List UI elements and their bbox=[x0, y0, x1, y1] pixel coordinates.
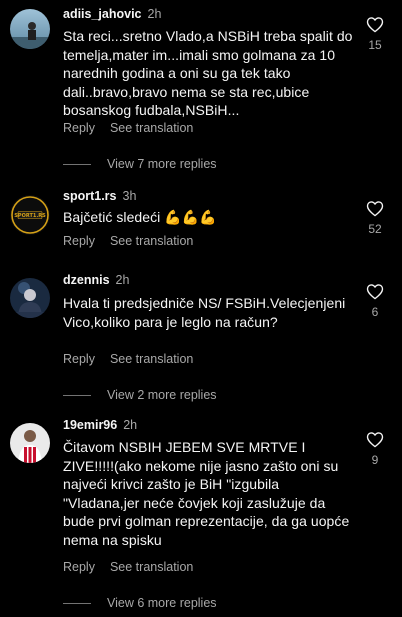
view-more-replies-label: View 6 more replies bbox=[107, 596, 217, 610]
avatar[interactable] bbox=[10, 278, 50, 318]
like-count: 15 bbox=[368, 38, 382, 52]
see-translation-button[interactable]: See translation bbox=[110, 234, 193, 248]
view-more-replies[interactable]: View 6 more replies bbox=[63, 596, 217, 610]
like-count: 9 bbox=[371, 453, 379, 467]
like-count: 6 bbox=[371, 305, 379, 319]
username[interactable]: sport1.rs bbox=[63, 189, 117, 203]
avatar[interactable] bbox=[10, 423, 50, 463]
username[interactable]: dzennis bbox=[63, 273, 110, 287]
like-button[interactable]: 52 bbox=[362, 200, 388, 236]
like-count: 52 bbox=[368, 222, 382, 236]
timestamp: 2h bbox=[147, 7, 162, 21]
avatar-photo-icon bbox=[10, 278, 50, 318]
comment-text: Bajčetić sledeći 💪💪💪 bbox=[63, 209, 217, 225]
see-translation-button[interactable]: See translation bbox=[110, 121, 193, 135]
username[interactable]: adiis_jahovic bbox=[63, 7, 142, 21]
like-button[interactable]: 15 bbox=[362, 16, 388, 52]
timestamp: 2h bbox=[123, 418, 138, 432]
view-more-replies[interactable]: View 7 more replies bbox=[63, 157, 217, 171]
heart-outline-icon bbox=[366, 201, 384, 217]
timestamp: 2h bbox=[115, 273, 130, 287]
see-translation-button[interactable]: See translation bbox=[110, 560, 193, 574]
reply-button[interactable]: Reply bbox=[63, 234, 95, 248]
comment-text: Hvala ti predsjedniče NS/ FSBiH.Velecjen… bbox=[63, 295, 346, 330]
avatar-photo-icon bbox=[10, 9, 50, 49]
avatar[interactable] bbox=[10, 9, 50, 49]
view-more-replies[interactable]: View 2 more replies bbox=[63, 388, 217, 402]
divider-line bbox=[63, 164, 91, 166]
reply-button[interactable]: Reply bbox=[63, 560, 95, 574]
divider-line bbox=[63, 395, 91, 397]
comment-text: Čitavom NSBIH JEBEM SVE MRTVE I ZIVE!!!!… bbox=[63, 439, 350, 548]
like-button[interactable]: 6 bbox=[362, 283, 388, 319]
comment-text: Sta reci...sretno Vlado,a NSBiH treba sp… bbox=[63, 28, 353, 118]
heart-outline-icon bbox=[366, 432, 384, 448]
comments-feed: adiis_jahovic 2h Sta reci...sretno Vlado,… bbox=[0, 0, 402, 617]
sport1-logo-icon: SPORT1.RS bbox=[10, 195, 50, 235]
heart-outline-icon bbox=[366, 17, 384, 33]
reply-button[interactable]: Reply bbox=[63, 352, 95, 366]
avatar[interactable]: SPORT1.RS bbox=[10, 195, 50, 235]
username[interactable]: 19emir96 bbox=[63, 418, 117, 432]
see-translation-button[interactable]: See translation bbox=[110, 352, 193, 366]
divider-line bbox=[63, 603, 91, 605]
reply-button[interactable]: Reply bbox=[63, 121, 95, 135]
view-more-replies-label: View 7 more replies bbox=[107, 157, 217, 171]
like-button[interactable]: 9 bbox=[362, 431, 388, 467]
svg-text:SPORT1.RS: SPORT1.RS bbox=[14, 213, 46, 219]
avatar-photo-icon bbox=[10, 423, 50, 463]
timestamp: 3h bbox=[122, 189, 137, 203]
heart-outline-icon bbox=[366, 284, 384, 300]
view-more-replies-label: View 2 more replies bbox=[107, 388, 217, 402]
